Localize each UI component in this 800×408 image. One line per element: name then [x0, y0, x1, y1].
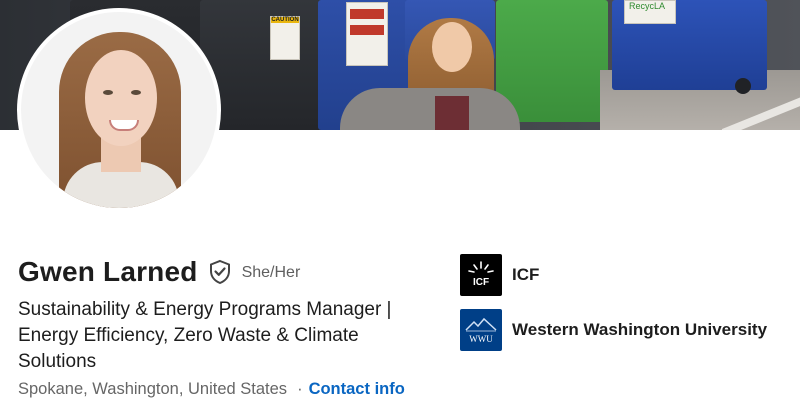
org-name-icf: ICF [512, 265, 540, 284]
separator-dot: · [297, 380, 303, 398]
profile-location: Spokane, Washington, United States [18, 380, 288, 398]
svg-text:WWU: WWU [469, 334, 493, 344]
contact-info-link[interactable]: Contact info [309, 380, 405, 399]
experience-wwu[interactable]: WWU Western Washington University [460, 309, 767, 351]
org-name-wwu: Western Washington University [512, 320, 768, 339]
profile-avatar[interactable] [17, 8, 221, 212]
profile-headline: Sustainability & Energy Programs Manager… [18, 299, 392, 372]
name-row: Gwen Larned She/Her [18, 256, 300, 288]
icf-logo-icon: ICF [460, 254, 502, 296]
location-row: Spokane, Washington, United States · Con… [18, 380, 405, 399]
caution-sign: CAUTION [270, 16, 300, 60]
experience-icf[interactable]: ICF ICF [460, 254, 539, 296]
pronouns: She/Her [241, 264, 301, 281]
recycla-sign: RecycLA [624, 0, 676, 24]
cover-person [340, 18, 520, 130]
wwu-logo-icon: WWU [460, 309, 502, 351]
svg-text:ICF: ICF [473, 277, 489, 288]
verified-shield-icon[interactable] [208, 259, 232, 285]
profile-name: Gwen Larned [18, 256, 198, 287]
